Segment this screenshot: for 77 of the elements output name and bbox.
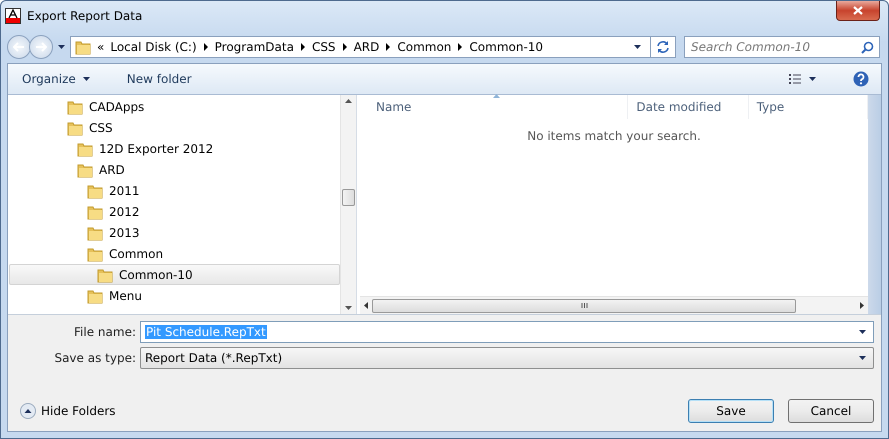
scroll-left-icon [364, 302, 368, 309]
back-button[interactable] [7, 35, 31, 59]
organize-menu[interactable]: Organize [18, 70, 95, 88]
chevron-right-icon [300, 43, 306, 51]
folder-icon [75, 39, 91, 55]
breadcrumb[interactable]: Local Disk (C:) [110, 40, 197, 54]
cancel-button[interactable]: Cancel [788, 399, 874, 423]
arrow-left-icon [13, 42, 25, 52]
scrollbar[interactable] [360, 296, 868, 314]
field-label: Save as type: [53, 351, 136, 365]
save-button[interactable]: Save [688, 399, 774, 423]
search-icon [861, 41, 874, 54]
chevron-right-icon [385, 43, 392, 51]
breadcrumb[interactable]: ProgramData [214, 40, 294, 54]
breadcrumb[interactable]: Common [397, 40, 452, 54]
tree-item[interactable]: ARD [9, 159, 340, 180]
folder-icon [87, 204, 103, 220]
tree-item[interactable]: Common [9, 243, 340, 264]
close-icon [853, 6, 863, 15]
sort-arrow-icon [493, 94, 500, 98]
caret-icon [633, 44, 642, 50]
new-folder-button[interactable]: New folder [122, 70, 196, 88]
breadcrumb[interactable]: CSS [312, 40, 336, 54]
folder-icon [97, 266, 113, 282]
help-icon [853, 71, 869, 87]
close-button[interactable] [836, 1, 880, 21]
collapse-up-icon [20, 403, 36, 419]
scroll-down-icon [345, 306, 352, 310]
folder-icon [87, 224, 103, 240]
scrollbar-thumb[interactable] [342, 189, 355, 206]
breadcrumb[interactable]: Common-10 [469, 40, 544, 54]
folder-icon [87, 182, 103, 198]
search-field[interactable]: Search Common-10 [684, 36, 880, 58]
tree-item[interactable]: 2013 [9, 222, 340, 243]
file-type-dropdown[interactable]: Report Data (*.RepTxt) [140, 347, 874, 369]
tree-item[interactable]: 2012 [9, 201, 340, 222]
breadcrumb[interactable]: ARD [354, 40, 380, 54]
tree-item[interactable]: Menu [9, 285, 340, 306]
scroll-up-icon [345, 99, 352, 103]
caret-icon [82, 76, 91, 82]
field-label: File name: [73, 325, 136, 339]
chevron-right-icon [202, 43, 209, 51]
tree-item[interactable]: Common-10 [9, 264, 340, 285]
chevron-right-icon [342, 43, 348, 51]
chevron-right-icon [457, 43, 464, 51]
folder-icon [67, 98, 83, 114]
tree-item[interactable]: CSS [9, 117, 340, 138]
tree-item[interactable]: 2011 [9, 180, 340, 201]
folder-icon [87, 246, 103, 262]
folder-icon [77, 162, 93, 178]
scrollbar[interactable] [340, 95, 356, 314]
grip-icon [580, 303, 588, 308]
tree-item[interactable]: 12D Exporter 2012 [9, 138, 340, 159]
folder-icon [67, 120, 83, 136]
history-caret-icon [57, 44, 66, 50]
refresh-button[interactable] [650, 36, 676, 58]
scroll-right-icon [860, 302, 864, 309]
column-header[interactable]: Date modified [628, 95, 749, 119]
tree-item[interactable]: CADApps [9, 96, 340, 117]
dropdown-caret-icon [858, 355, 867, 361]
scrollbar[interactable] [868, 95, 881, 314]
forward-button[interactable] [29, 35, 53, 59]
hide-folders-button[interactable]: Hide Folders [20, 403, 116, 419]
window-title: Export Report Data [27, 9, 144, 23]
caret-icon [808, 76, 817, 82]
arrow-right-icon [35, 42, 47, 52]
app-icon [5, 8, 21, 24]
address-dropdown[interactable] [631, 44, 644, 50]
address-bar[interactable]: « Local Disk (C:) ProgramData CSS ARD Common Common-10 [70, 36, 651, 58]
list-view-icon [788, 73, 802, 85]
scrollbar-thumb[interactable] [372, 298, 796, 312]
folder-icon [87, 288, 103, 304]
refresh-icon [656, 40, 670, 54]
dropdown-caret-icon [858, 329, 867, 335]
overflow-marker[interactable]: « [97, 40, 104, 54]
empty-message: No items match your search. [527, 129, 701, 145]
folder-icon [77, 140, 93, 156]
